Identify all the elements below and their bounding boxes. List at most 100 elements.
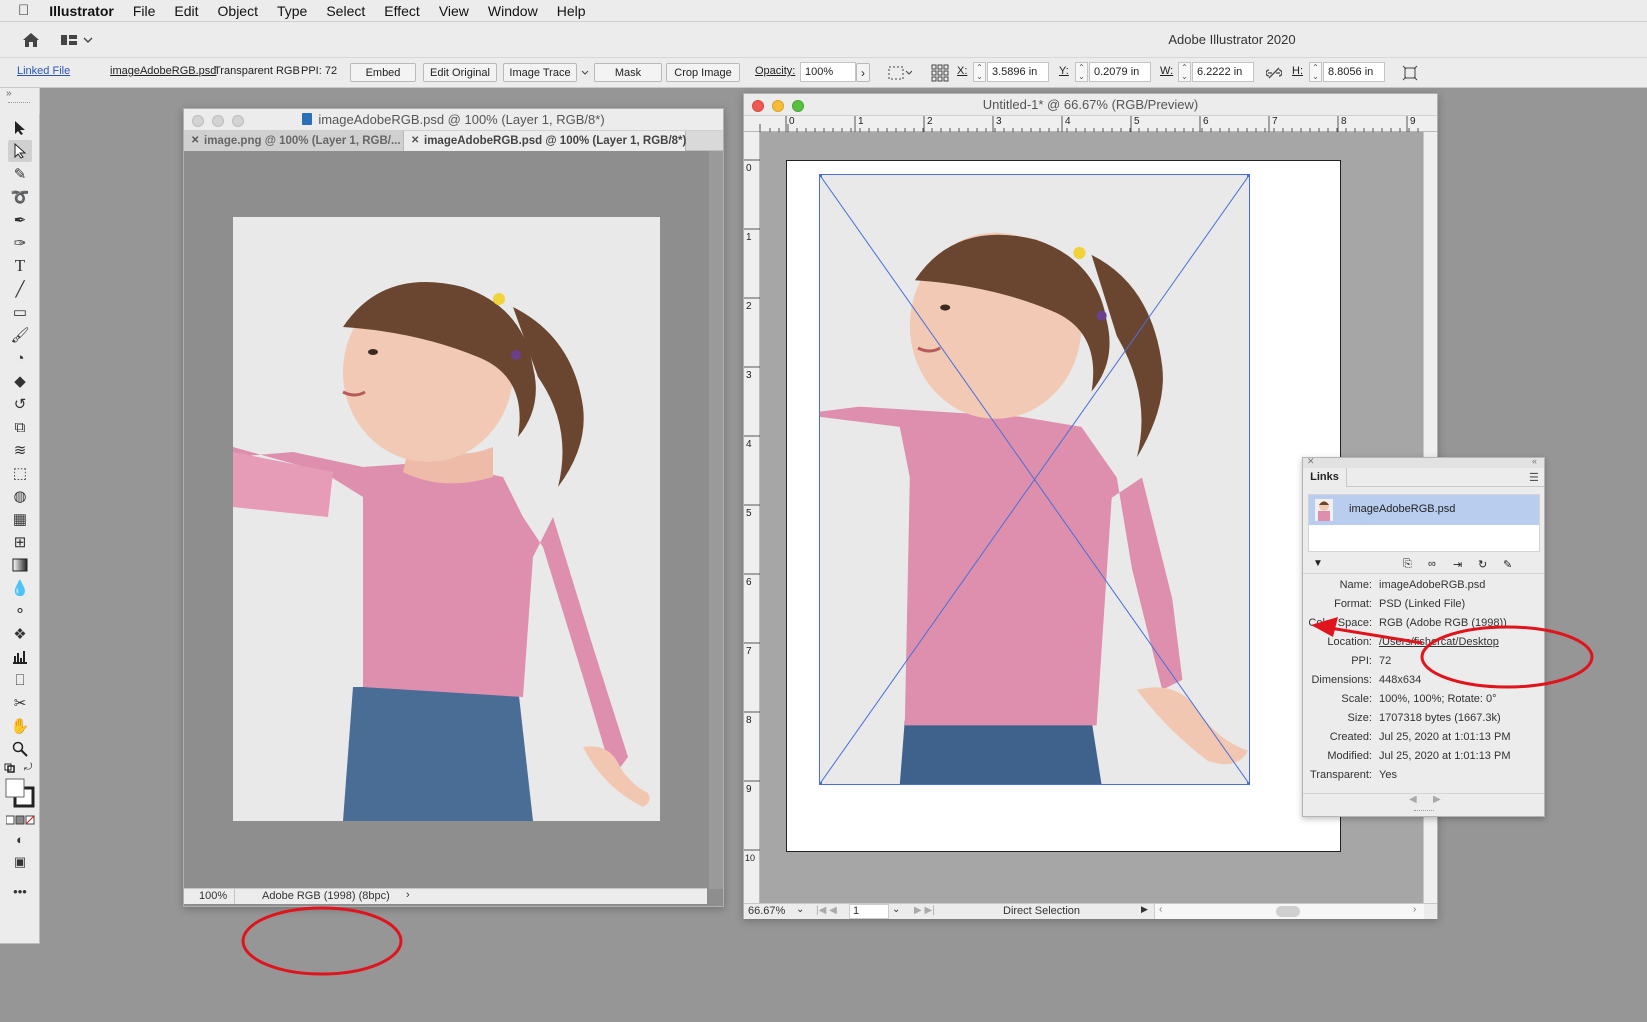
y-field[interactable]: 0.2079 in (1089, 62, 1151, 82)
edit-original-button[interactable]: Edit Original (423, 63, 497, 82)
next-link-icon[interactable]: ▶ (1433, 794, 1441, 805)
scroll-left-icon[interactable]: ‹ (1159, 904, 1162, 915)
menu-help[interactable]: Help (557, 3, 586, 19)
embed-button[interactable]: Embed (350, 63, 416, 82)
selection-tool-icon[interactable] (8, 117, 32, 139)
slice-tool-icon[interactable]: ✂ (8, 692, 32, 714)
linked-file-link[interactable]: Linked File (17, 65, 70, 77)
perspective-grid-tool-icon[interactable]: ▦ (8, 508, 32, 530)
align-to-icon[interactable] (887, 64, 913, 82)
first-artboard-icon[interactable]: |◀ ◀ (816, 905, 837, 916)
artboard-tool-icon[interactable]: ⎕ (8, 669, 32, 691)
paintbrush-tool-icon[interactable]: 🖌 (8, 324, 32, 346)
scroll-right-icon[interactable]: › (1413, 904, 1416, 915)
edit-original-icon[interactable]: ✎ (1503, 558, 1512, 571)
menu-edit[interactable]: Edit (174, 3, 198, 19)
image-trace-dropdown-icon[interactable] (580, 67, 590, 79)
opacity-label[interactable]: Opacity: (755, 65, 795, 77)
type-tool-icon[interactable]: T (8, 255, 32, 277)
placed-linked-image[interactable] (819, 174, 1250, 785)
tools-grip[interactable] (8, 102, 30, 105)
tab-image-png[interactable]: ✕ image.png @ 100% (Layer 1, RGB/... (184, 131, 404, 151)
artboard-number-field[interactable]: 1 (849, 904, 889, 919)
artboard-dropdown-icon[interactable]: ⌄ (892, 904, 900, 915)
status-arrow-icon[interactable]: › (406, 889, 410, 901)
mesh-tool-icon[interactable]: ⊞ (8, 531, 32, 553)
links-tab[interactable]: Links (1303, 468, 1347, 487)
symbol-sprayer-tool-icon[interactable]: ❖ (8, 623, 32, 645)
zoom-window-icon[interactable] (232, 115, 244, 127)
panel-menu-icon[interactable]: ☰ (1529, 471, 1539, 484)
reference-point-icon[interactable] (930, 63, 950, 83)
previous-link-icon[interactable]: ◀ (1409, 794, 1417, 805)
close-window-icon[interactable] (752, 100, 764, 112)
mask-button[interactable]: Mask (594, 63, 662, 82)
swap-fill-stroke-icon[interactable]: ⤾ (24, 762, 36, 773)
w-field[interactable]: 6.2222 in (1192, 62, 1254, 82)
collapse-tools-icon[interactable]: » (6, 88, 12, 99)
links-panel-header[interactable]: ✕ « (1303, 456, 1544, 468)
menu-object[interactable]: Object (218, 3, 258, 19)
h-stepper-icon[interactable]: ⌃ ⌄ (1309, 62, 1322, 82)
more-tools-icon[interactable]: ••• (8, 880, 32, 902)
draw-mode-icon[interactable]: ◐ (8, 828, 32, 850)
vertical-ruler[interactable]: 0 1 2 3 4 5 6 7 8 9 10 (744, 132, 760, 904)
psd-zoom-level[interactable]: 100% (199, 890, 227, 902)
constrain-proportions-icon[interactable] (1265, 65, 1283, 81)
image-trace-button[interactable]: Image Trace (503, 63, 577, 82)
relink-icon[interactable]: ∞ (1428, 558, 1436, 570)
close-panel-icon[interactable]: ✕ (1307, 456, 1315, 467)
curvature-tool-icon[interactable]: ✑ (8, 232, 32, 254)
fill-stroke-swatch[interactable] (5, 778, 35, 808)
minimize-window-icon[interactable] (772, 100, 784, 112)
update-link-icon[interactable]: ↻ (1478, 558, 1487, 571)
horizontal-scrollbar[interactable]: ‹ › (1154, 904, 1424, 919)
psd-window-titlebar[interactable]: imageAdobeRGB.psd @ 100% (Layer 1, RGB/8… (184, 109, 723, 131)
direct-selection-tool-icon[interactable] (8, 140, 32, 162)
location-link[interactable]: /Users/fishercat/Desktop (1379, 636, 1499, 648)
link-list-item[interactable]: imageAdobeRGB.psd (1309, 495, 1539, 525)
tools-panel-header[interactable]: » (0, 88, 40, 114)
default-fill-stroke-icon[interactable] (4, 762, 16, 773)
panel-resize-grip[interactable] (1414, 810, 1434, 813)
lasso-tool-icon[interactable]: ➰ (8, 186, 32, 208)
zoom-dropdown-icon[interactable]: ⌄ (796, 904, 804, 915)
pen-tool-icon[interactable]: ✒ (8, 209, 32, 231)
close-window-icon[interactable] (192, 115, 204, 127)
workspace-switcher-icon[interactable] (58, 31, 96, 49)
eyedropper-tool-icon[interactable]: 💧 (8, 577, 32, 599)
menu-window[interactable]: Window (488, 3, 538, 19)
close-tab-icon[interactable]: ✕ (191, 131, 199, 151)
go-to-link-icon[interactable]: ⇥ (1453, 558, 1462, 571)
status-menu-icon[interactable]: ▶ (1141, 904, 1148, 915)
menu-select[interactable]: Select (326, 3, 365, 19)
next-artboard-icon[interactable]: ▶ ▶| (914, 905, 935, 916)
horizontal-ruler[interactable]: 0 1 2 3 4 5 6 7 8 9 (744, 116, 1437, 132)
crop-image-button[interactable]: Crop Image (666, 63, 740, 82)
vertical-scrollbar[interactable] (709, 151, 723, 889)
free-transform-tool-icon[interactable]: ⬚ (8, 462, 32, 484)
magic-wand-tool-icon[interactable]: ✎ (8, 163, 32, 185)
scroll-thumb[interactable] (1276, 906, 1300, 917)
menu-view[interactable]: View (439, 3, 469, 19)
rotate-tool-icon[interactable]: ↺ (8, 393, 32, 415)
w-stepper-icon[interactable]: ⌃ ⌄ (1178, 62, 1191, 82)
color-mode-icons[interactable] (5, 814, 36, 825)
screen-mode-icon[interactable]: ▣ (8, 851, 32, 873)
relink-from-cc-icon[interactable]: ⎘ (1403, 558, 1412, 571)
menu-file[interactable]: File (133, 3, 156, 19)
shaper-tool-icon[interactable]: ◔ (8, 347, 32, 369)
column-graph-tool-icon[interactable] (8, 646, 32, 668)
close-tab-icon[interactable]: ✕ (411, 131, 419, 151)
menu-app-name[interactable]: Illustrator (49, 3, 114, 19)
blend-tool-icon[interactable]: ⚬ (8, 600, 32, 622)
tab-image-adobergb-psd[interactable]: ✕ imageAdobeRGB.psd @ 100% (Layer 1, RGB/… (404, 131, 686, 151)
gradient-tool-icon[interactable] (8, 554, 32, 576)
scale-tool-icon[interactable]: ⧉ (8, 416, 32, 438)
h-field[interactable]: 8.8056 in (1323, 62, 1385, 82)
show-link-info-icon[interactable]: ▼ (1313, 558, 1323, 569)
shape-builder-tool-icon[interactable]: ◍ (8, 485, 32, 507)
minimize-window-icon[interactable] (212, 115, 224, 127)
opacity-arrow-icon[interactable]: › (856, 63, 870, 82)
menu-effect[interactable]: Effect (384, 3, 420, 19)
